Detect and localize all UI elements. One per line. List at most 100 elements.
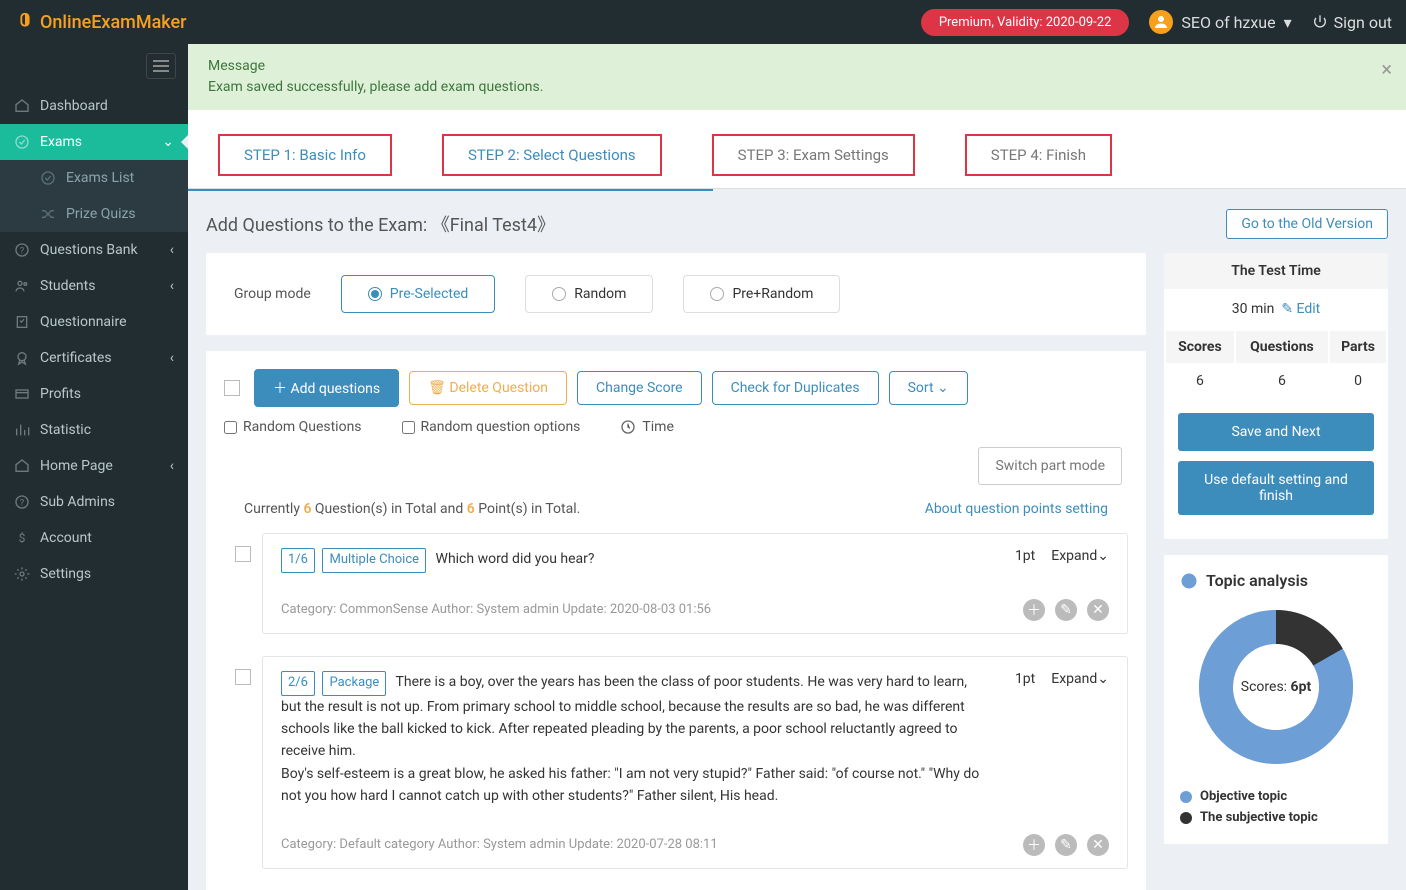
question-checkbox[interactable] <box>235 669 251 685</box>
sidebar-item-exams[interactable]: Exams ⌄ <box>0 124 188 160</box>
sidebar-item-dashboard[interactable]: Dashboard <box>0 88 188 124</box>
card-icon <box>14 386 30 402</box>
alert-close-button[interactable]: × <box>1381 54 1392 84</box>
expand-toggle[interactable]: Expand⌄ <box>1051 671 1109 687</box>
topic-analysis-panel: Topic analysis Scores: 6pt <box>1164 555 1388 844</box>
time-toggle[interactable]: Time <box>620 419 673 435</box>
user-menu[interactable]: SEO of hzxue ▾ <box>1149 10 1291 34</box>
chevron-down-icon: ⌄ <box>937 380 949 396</box>
sidebar-item-questionnaire[interactable]: Questionnaire <box>0 304 188 340</box>
question-checkbox[interactable] <box>235 546 251 562</box>
sidebar-item-settings[interactable]: Settings <box>0 556 188 592</box>
save-next-button[interactable]: Save and Next <box>1178 413 1374 451</box>
sidebar-item-home-page[interactable]: Home Page ‹ <box>0 448 188 484</box>
add-icon[interactable]: ＋ <box>1023 834 1045 856</box>
topic-donut-chart: Scores: 6pt <box>1191 602 1361 772</box>
change-score-button[interactable]: Change Score <box>577 371 702 405</box>
random-options-checkbox[interactable]: Random question options <box>402 419 581 435</box>
sidebar-item-certificates[interactable]: Certificates ‹ <box>0 340 188 376</box>
stats-parts-value: 0 <box>1330 365 1386 397</box>
step-3-button[interactable]: STEP 3: Exam Settings <box>712 134 915 176</box>
sidebar-item-prize-quizs[interactable]: Prize Quizs <box>0 196 188 232</box>
group-mode-preselected[interactable]: Pre-Selected <box>341 275 496 313</box>
add-icon[interactable]: ＋ <box>1023 599 1045 621</box>
chevron-left-icon: ‹ <box>170 350 174 366</box>
step-4-button[interactable]: STEP 4: Finish <box>965 134 1112 176</box>
question-number: 2/6 <box>281 671 315 696</box>
sidebar-label: Questions Bank <box>40 242 138 258</box>
sidebar-item-students[interactable]: Students ‹ <box>0 268 188 304</box>
add-questions-button[interactable]: ＋ Add questions <box>254 369 399 407</box>
step-1-button[interactable]: STEP 1: Basic Info <box>218 134 392 176</box>
sidebar-sub-label: Prize Quizs <box>66 206 136 222</box>
sidebar-label: Students <box>40 278 95 294</box>
edit-icon[interactable]: ✎ <box>1055 834 1077 856</box>
edit-time-link[interactable]: ✎ Edit <box>1281 301 1320 317</box>
sidebar-label: Statistic <box>40 422 91 438</box>
sidebar-item-exams-list[interactable]: Exams List <box>0 160 188 196</box>
chevron-down-icon: ⌄ <box>1097 671 1109 687</box>
sidebar-exams-sub: Exams List Prize Quizs <box>0 160 188 232</box>
logo-text: OnlineExamMaker <box>40 12 187 33</box>
random-questions-checkbox[interactable]: Random Questions <box>224 419 362 435</box>
clock-icon <box>620 419 636 435</box>
test-time-value: 30 min <box>1232 301 1275 317</box>
use-default-button[interactable]: Use default setting and finish <box>1178 461 1374 515</box>
close-icon[interactable]: ✕ <box>1087 599 1109 621</box>
sidebar-item-profits[interactable]: Profits <box>0 376 188 412</box>
chevron-down-icon: ⌄ <box>162 134 174 150</box>
legend-subjective: The subjective topic <box>1180 807 1372 828</box>
toolbar-options: Random Questions Random question options… <box>224 407 1128 439</box>
switch-part-button[interactable]: Switch part mode <box>978 447 1122 485</box>
radio-icon <box>710 287 724 301</box>
question-type-badge: Package <box>322 671 386 696</box>
step-2-button[interactable]: STEP 2: Select Questions <box>442 134 662 176</box>
sort-button[interactable]: Sort ⌄ <box>889 371 968 405</box>
question-text: 2/6 Package There is a boy, over the yea… <box>281 671 989 808</box>
sidebar-label: Account <box>40 530 92 546</box>
sidebar-item-sub-admins[interactable]: ? Sub Admins <box>0 484 188 520</box>
trash-icon: 🗑 <box>428 380 449 396</box>
select-all-checkbox[interactable] <box>224 380 240 396</box>
group-mode-label: Group mode <box>234 286 311 302</box>
question-meta: Category: Default category Author: Syste… <box>281 837 718 852</box>
steps-bar: STEP 1: Basic Info STEP 2: Select Questi… <box>188 110 1406 189</box>
alert-title: Message <box>208 56 1386 77</box>
sidebar: Dashboard Exams ⌄ Exams List Prize Quizs… <box>0 44 188 890</box>
chevron-left-icon: ‹ <box>170 278 174 294</box>
group-mode-random[interactable]: Random <box>525 275 653 313</box>
hamburger-icon <box>146 53 176 79</box>
sidebar-label: Certificates <box>40 350 112 366</box>
svg-text:?: ? <box>20 245 25 256</box>
sidebar-label: Profits <box>40 386 81 402</box>
about-points-link[interactable]: About question points setting <box>925 501 1108 517</box>
expand-toggle[interactable]: Expand⌄ <box>1051 548 1109 564</box>
delete-question-button[interactable]: 🗑 Delete Question <box>409 371 567 405</box>
question-icon: ? <box>14 494 30 510</box>
chevron-down-icon: ⌄ <box>1097 548 1109 564</box>
stats-scores-header: Scores <box>1166 331 1234 363</box>
question-item[interactable]: 1/6 Multiple Choice Which word did you h… <box>262 533 1128 634</box>
group-mode-pre-random[interactable]: Pre+Random <box>683 275 840 313</box>
sidebar-item-account[interactable]: $ Account <box>0 520 188 556</box>
sidebar-label: Dashboard <box>40 98 108 114</box>
users-icon <box>14 278 30 294</box>
summary-row: Currently 6 Question(s) in Total and 6 P… <box>224 485 1128 533</box>
stats-questions-header: Questions <box>1236 331 1328 363</box>
close-icon[interactable]: ✕ <box>1087 834 1109 856</box>
stats-questions-value: 6 <box>1236 365 1328 397</box>
pie-icon <box>1180 572 1198 590</box>
old-version-button[interactable]: Go to the Old Version <box>1226 209 1388 239</box>
clipboard-icon <box>14 314 30 330</box>
edit-icon[interactable]: ✎ <box>1055 599 1077 621</box>
check-duplicates-button[interactable]: Check for Duplicates <box>712 371 879 405</box>
sidebar-item-questions-bank[interactable]: ? Questions Bank ‹ <box>0 232 188 268</box>
chevron-down-icon: ▾ <box>1284 13 1292 32</box>
signout-button[interactable]: Sign out <box>1312 13 1392 32</box>
logo[interactable]: OnlineExamMaker <box>14 11 187 33</box>
toolbar: ＋ Add questions 🗑 Delete Question Change… <box>224 369 1128 407</box>
sidebar-item-statistic[interactable]: Statistic <box>0 412 188 448</box>
question-item[interactable]: 2/6 Package There is a boy, over the yea… <box>262 656 1128 869</box>
sidebar-toggle[interactable] <box>0 44 188 88</box>
stats-parts-header: Parts <box>1330 331 1386 363</box>
